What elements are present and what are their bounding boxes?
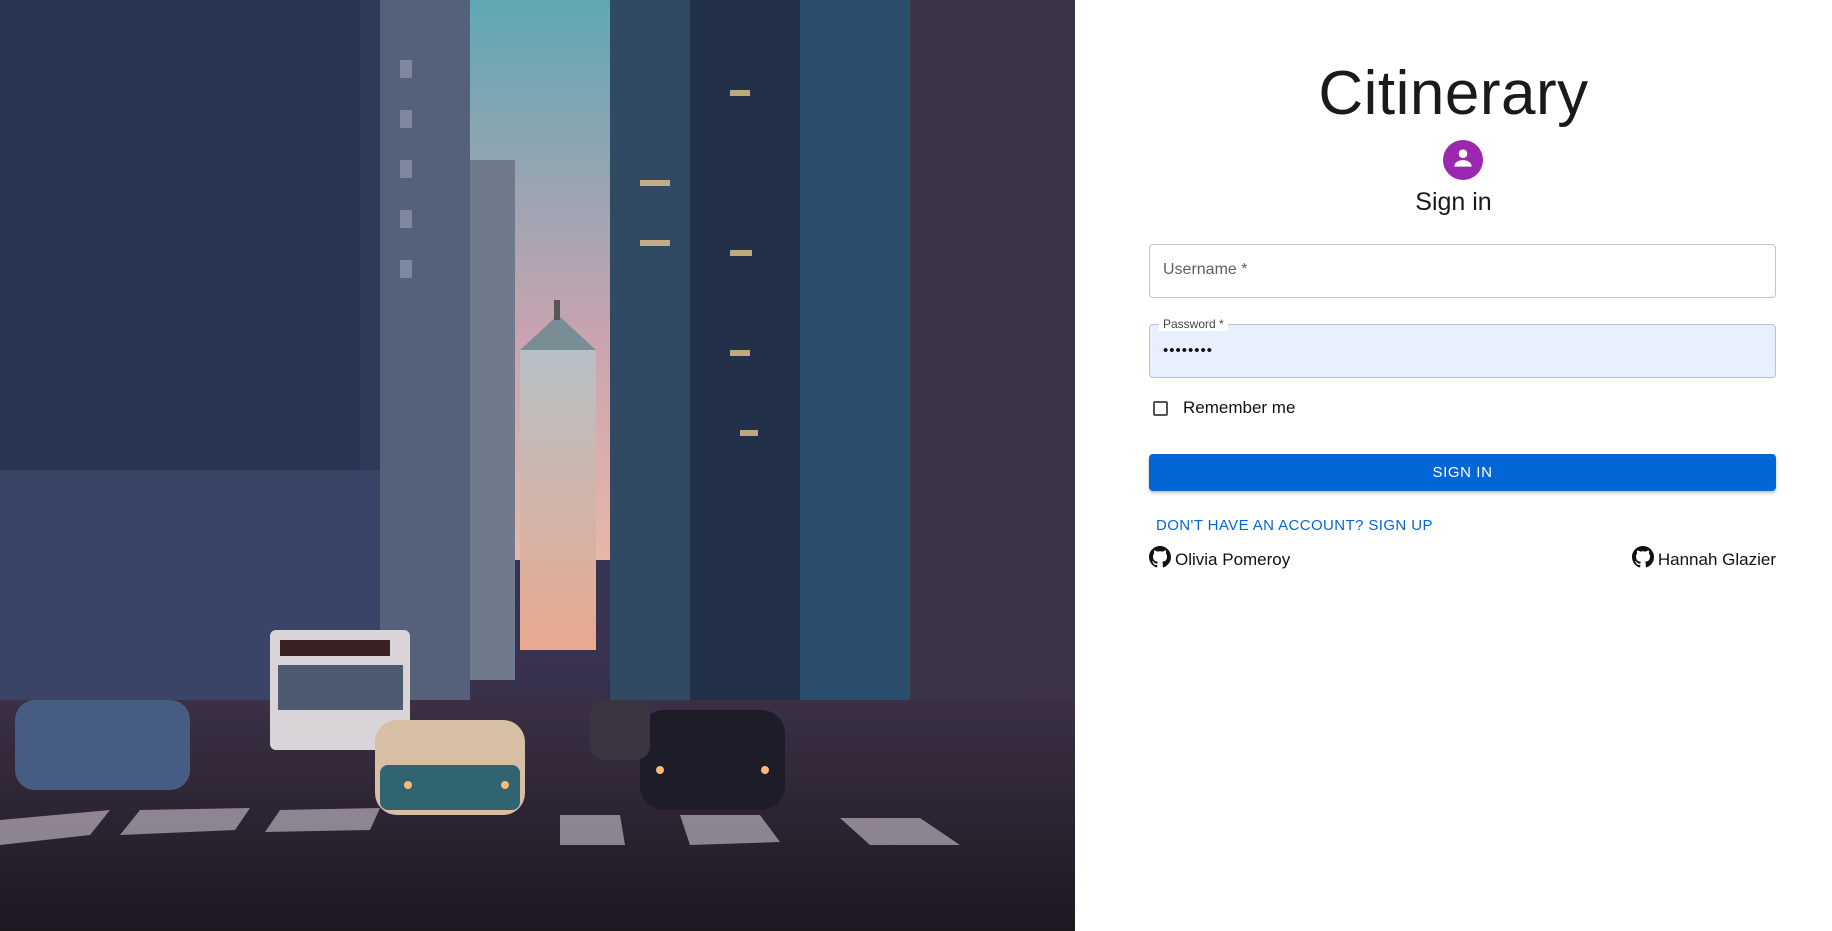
signup-link[interactable]: DON'T HAVE AN ACCOUNT? SIGN UP <box>1156 517 1433 534</box>
hero-city-image <box>0 0 1075 931</box>
github-icon <box>1631 546 1658 573</box>
password-field[interactable]: Password * •••••••• <box>1149 317 1776 378</box>
avatar <box>1443 140 1483 180</box>
remember-me[interactable]: Remember me <box>1149 398 1295 418</box>
remember-label: Remember me <box>1183 398 1296 417</box>
app-title: Citinerary <box>1318 59 1589 128</box>
author-link-hannah[interactable]: Hannah Glazier <box>1631 546 1776 573</box>
author-link-olivia[interactable]: Olivia Pomeroy <box>1149 546 1290 573</box>
username-label: Username * <box>1163 261 1248 278</box>
password-label: Password * <box>1159 317 1228 331</box>
author-name: Hannah Glazier <box>1657 549 1776 569</box>
remember-checkbox[interactable] <box>1153 400 1168 416</box>
city-street-illustration <box>0 0 1075 931</box>
github-icon <box>1149 546 1175 573</box>
person-icon <box>1450 145 1476 176</box>
signin-heading: Sign in <box>1415 188 1492 216</box>
author-name: Olivia Pomeroy <box>1175 549 1291 569</box>
signin-panel: Citinerary Sign in Username * Password *… <box>1075 0 1832 931</box>
password-value: •••••••• <box>1163 342 1214 359</box>
username-field[interactable]: Username * <box>1149 244 1776 298</box>
signin-button[interactable]: SIGN IN <box>1149 454 1776 491</box>
